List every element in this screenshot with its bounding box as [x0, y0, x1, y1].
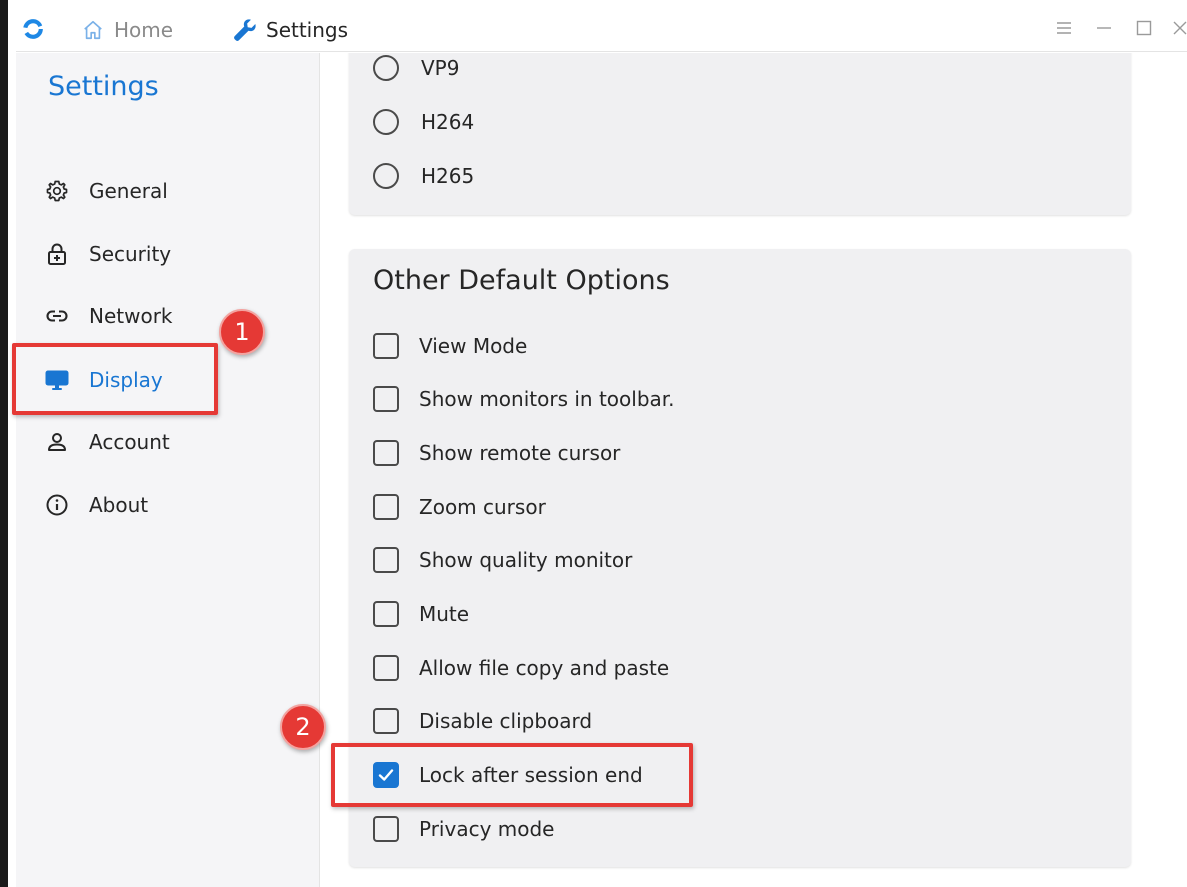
sidebar-item-label: About — [89, 493, 149, 517]
menu-icon[interactable] — [1050, 14, 1078, 42]
checkbox-allow-file-copy[interactable]: Allow file copy and paste — [373, 651, 669, 685]
radio-label: VP9 — [421, 56, 460, 80]
checkbox-show-quality-monitor[interactable]: Show quality monitor — [373, 543, 632, 577]
sidebar-item-label: Security — [89, 242, 172, 266]
checkbox-label: Show quality monitor — [419, 548, 633, 572]
title-bar: Home Settings — [16, 0, 1187, 52]
checkbox[interactable] — [373, 333, 399, 359]
annotation-badge-1: 1 — [219, 309, 265, 355]
radio-h264[interactable]: H264 — [373, 105, 474, 139]
home-icon — [84, 20, 102, 40]
checkbox[interactable] — [373, 708, 399, 734]
sidebar-item-security[interactable]: Security — [16, 231, 320, 277]
checkbox-label: View Mode — [419, 334, 528, 358]
link-icon — [44, 303, 70, 329]
checkbox-view-mode[interactable]: View Mode — [373, 329, 527, 363]
checkbox-label: Privacy mode — [419, 817, 555, 841]
radio-button[interactable] — [373, 109, 399, 135]
sidebar-item-about[interactable]: About — [16, 482, 320, 528]
radio-label: H265 — [421, 164, 475, 188]
checkbox-label: Mute — [419, 602, 470, 626]
sidebar-item-account[interactable]: Account — [16, 419, 320, 465]
sidebar-item-label: Network — [89, 304, 173, 328]
sidebar-title: Settings — [48, 71, 159, 102]
sidebar-item-label: General — [89, 179, 168, 203]
codec-card: VP9 H264 H265 — [349, 53, 1131, 215]
person-icon — [44, 429, 70, 455]
sidebar: Settings General Security Network Displa… — [16, 53, 320, 887]
radio-label: H264 — [421, 110, 475, 134]
app-logo-icon — [23, 19, 43, 39]
tab-home-label: Home — [114, 18, 174, 42]
checkbox[interactable] — [373, 601, 399, 627]
close-icon[interactable] — [1166, 14, 1187, 42]
tab-settings-label: Settings — [266, 18, 349, 42]
checkbox[interactable] — [373, 816, 399, 842]
card-title: Other Default Options — [373, 265, 670, 296]
checkbox-privacy-mode[interactable]: Privacy mode — [373, 812, 555, 846]
checkbox-label: Show monitors in toolbar. — [419, 387, 675, 411]
tab-settings[interactable]: Settings — [232, 8, 348, 52]
minimize-icon[interactable] — [1090, 14, 1118, 42]
checkbox-disable-clipboard[interactable]: Disable clipboard — [373, 704, 592, 738]
annotation-badge-2: 2 — [280, 704, 326, 750]
radio-h265[interactable]: H265 — [373, 159, 474, 193]
checkbox-show-remote-cursor[interactable]: Show remote cursor — [373, 436, 620, 470]
checkbox[interactable] — [373, 386, 399, 412]
annotation-highlight-lock — [331, 743, 693, 807]
checkbox[interactable] — [373, 440, 399, 466]
sidebar-item-label: Account — [89, 430, 170, 454]
radio-vp9[interactable]: VP9 — [373, 53, 459, 85]
maximize-icon[interactable] — [1130, 14, 1158, 42]
checkbox-label: Allow file copy and paste — [419, 656, 670, 680]
gear-icon — [44, 178, 70, 204]
radio-button[interactable] — [373, 55, 399, 81]
wrench-icon — [234, 19, 256, 41]
info-icon — [44, 492, 70, 518]
checkbox-label: Show remote cursor — [419, 441, 621, 465]
checkbox[interactable] — [373, 494, 399, 520]
checkbox-show-monitors[interactable]: Show monitors in toolbar. — [373, 382, 675, 416]
checkbox-label: Disable clipboard — [419, 709, 593, 733]
checkbox[interactable] — [373, 547, 399, 573]
checkbox-zoom-cursor[interactable]: Zoom cursor — [373, 490, 546, 524]
checkbox[interactable] — [373, 655, 399, 681]
annotation-highlight-display — [12, 343, 218, 415]
tab-home[interactable]: Home — [82, 8, 173, 52]
checkbox-mute[interactable]: Mute — [373, 597, 469, 631]
sidebar-item-network[interactable]: Network — [16, 293, 320, 339]
sidebar-item-general[interactable]: General — [16, 168, 320, 214]
radio-button[interactable] — [373, 163, 399, 189]
lock-icon — [44, 241, 70, 267]
checkbox-label: Zoom cursor — [419, 495, 546, 519]
